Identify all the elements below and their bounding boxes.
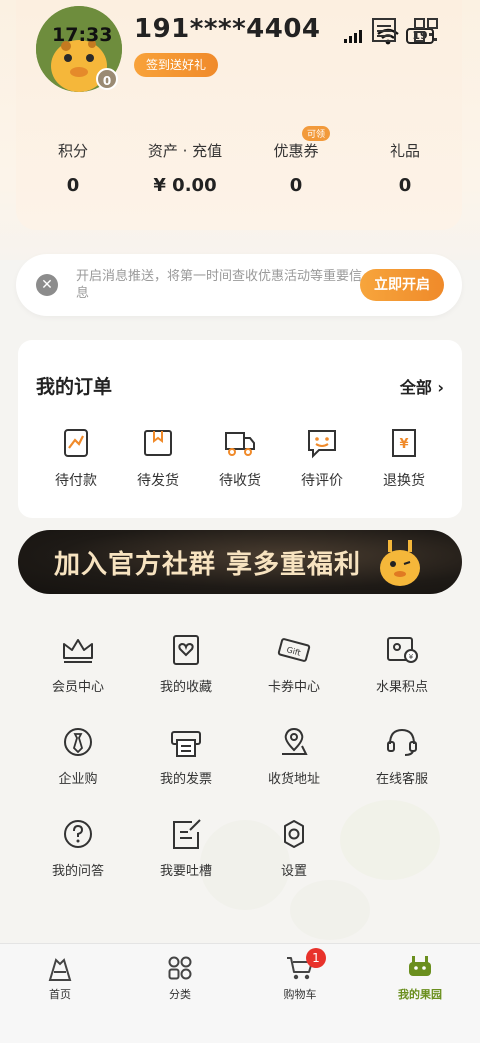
service-fruit-points[interactable]: ¥ 水果积点 xyxy=(348,634,456,695)
service-feedback[interactable]: 我要吐槽 xyxy=(132,818,240,879)
order-return-exchange[interactable]: ¥ 退换货 xyxy=(364,426,444,490)
tab-label: 首页 xyxy=(49,988,71,1001)
order-item-label: 待评价 xyxy=(301,473,343,489)
order-pending-payment[interactable]: 待付款 xyxy=(36,426,116,490)
tab-label: 我的果园 xyxy=(398,988,442,1001)
signin-button[interactable]: 签到送好礼 xyxy=(134,53,219,77)
enable-push-button[interactable]: 立即开启 xyxy=(360,269,444,301)
service-member-center[interactable]: 会员中心 xyxy=(24,634,132,695)
feedback-icon xyxy=(173,819,201,849)
stat-label: 资产 · 充值 xyxy=(147,142,223,160)
stat-points[interactable]: 积分 0 xyxy=(48,140,98,196)
service-settings[interactable]: 设置 xyxy=(240,818,348,879)
service-customer-support[interactable]: 在线客服 xyxy=(348,726,456,787)
tab-home[interactable]: 首页 xyxy=(0,954,120,1002)
service-label: 水果积点 xyxy=(375,680,428,695)
decor-blob xyxy=(340,800,440,880)
service-label: 会员中心 xyxy=(51,680,104,695)
stat-label: 积分 xyxy=(57,142,88,160)
order-item-label: 退换货 xyxy=(383,473,425,489)
tab-label: 购物车 xyxy=(283,988,317,1001)
svg-text:¥: ¥ xyxy=(409,653,414,661)
giraffe-mascot-icon xyxy=(380,540,420,586)
service-label: 在线客服 xyxy=(375,772,428,787)
level-badge: 0 xyxy=(96,68,118,90)
stat-coupons[interactable]: 可领 优惠券 0 xyxy=(268,126,330,196)
svg-text:¥: ¥ xyxy=(399,437,408,452)
stat-value: 0 xyxy=(398,175,412,196)
pending-payment-icon xyxy=(64,429,88,457)
notification-text: 开启消息推送，将第一时间查收优惠活动等重要信息 xyxy=(76,269,363,301)
order-item-label: 待付款 xyxy=(55,473,97,489)
service-label: 我要吐槽 xyxy=(159,864,212,879)
signal-icon xyxy=(344,30,362,43)
home-icon xyxy=(48,958,72,981)
service-address[interactable]: 收货地址 xyxy=(240,726,348,787)
pending-shipment-icon xyxy=(144,430,172,456)
community-banner[interactable]: 加入官方社群 享多重福利 xyxy=(18,530,462,594)
coupon-available-tag: 可领 xyxy=(301,126,330,141)
all-orders-link[interactable]: 全部 › xyxy=(400,374,444,398)
banner-text: 加入官方社群 享多重福利 xyxy=(54,550,362,580)
push-notification-prompt: ✕ 开启消息推送，将第一时间查收优惠活动等重要信息 立即开启 xyxy=(16,254,462,316)
service-label: 收货地址 xyxy=(267,772,320,787)
stat-label: 优惠券 xyxy=(273,142,319,160)
stat-assets[interactable]: 资产 · 充值 ¥ 0.00 xyxy=(140,140,230,196)
status-time: 17:33 xyxy=(52,24,113,46)
category-icon xyxy=(168,956,192,980)
tab-category[interactable]: 分类 xyxy=(120,954,240,1002)
points-icon: ¥ xyxy=(387,637,418,663)
orders-title: 我的订单 xyxy=(36,376,113,398)
pending-receipt-icon xyxy=(225,432,255,456)
user-phone: 191****4404 xyxy=(134,14,321,44)
service-qa[interactable]: 我的问答 xyxy=(24,818,132,879)
stat-gifts[interactable]: 礼品 0 xyxy=(380,140,430,196)
headset-icon xyxy=(387,728,417,756)
question-icon xyxy=(64,820,92,848)
settings-icon xyxy=(284,820,304,848)
service-enterprise[interactable]: 企业购 xyxy=(24,726,132,787)
service-label: 我的收藏 xyxy=(159,680,212,695)
service-invoices[interactable]: 我的发票 xyxy=(132,726,240,787)
cart-count-badge: 1 xyxy=(306,948,326,968)
order-pending-receipt[interactable]: 待收货 xyxy=(200,426,280,490)
service-label: 我的问答 xyxy=(51,864,104,879)
stat-value: ¥ 0.00 xyxy=(153,175,217,196)
return-exchange-icon: ¥ xyxy=(392,429,416,457)
stat-label: 礼品 xyxy=(389,142,420,160)
my-orders-card: 我的订单 全部 › 待付款 待发货 待收货 待评价 ¥ 退换货 xyxy=(18,340,462,518)
favorite-icon xyxy=(173,635,199,665)
service-label: 我的发票 xyxy=(159,772,212,787)
scan-code-icon[interactable] xyxy=(370,16,398,44)
gift-card-icon: Gift xyxy=(277,638,311,662)
my-orchard-icon xyxy=(409,956,431,976)
service-label: 企业购 xyxy=(58,772,98,787)
location-icon xyxy=(282,727,308,755)
crown-icon xyxy=(63,639,93,663)
stat-value: 0 xyxy=(66,175,80,196)
service-label: 卡券中心 xyxy=(267,680,320,695)
decor-blob xyxy=(290,880,370,940)
tab-label: 分类 xyxy=(169,988,191,1001)
tab-my-orchard[interactable]: 我的果园 xyxy=(360,954,480,1002)
bottom-tab-bar: 首页 分类 1 购物车 我的果园 xyxy=(0,943,480,1043)
order-item-label: 待收货 xyxy=(219,473,261,489)
pending-review-icon xyxy=(308,430,336,459)
invoice-icon xyxy=(171,731,201,757)
service-favorites[interactable]: 我的收藏 xyxy=(132,634,240,695)
order-item-label: 待发货 xyxy=(137,473,179,489)
tie-icon xyxy=(64,728,92,756)
tab-cart[interactable]: 1 购物车 xyxy=(240,948,360,1002)
order-pending-review[interactable]: 待评价 xyxy=(282,426,362,490)
close-icon[interactable]: ✕ xyxy=(36,274,58,296)
service-label: 设置 xyxy=(280,864,307,879)
qr-code-icon[interactable] xyxy=(412,16,440,44)
order-pending-shipment[interactable]: 待发货 xyxy=(118,426,198,490)
stat-value: 0 xyxy=(289,175,303,196)
service-coupon-center[interactable]: Gift 卡券中心 xyxy=(240,634,348,695)
